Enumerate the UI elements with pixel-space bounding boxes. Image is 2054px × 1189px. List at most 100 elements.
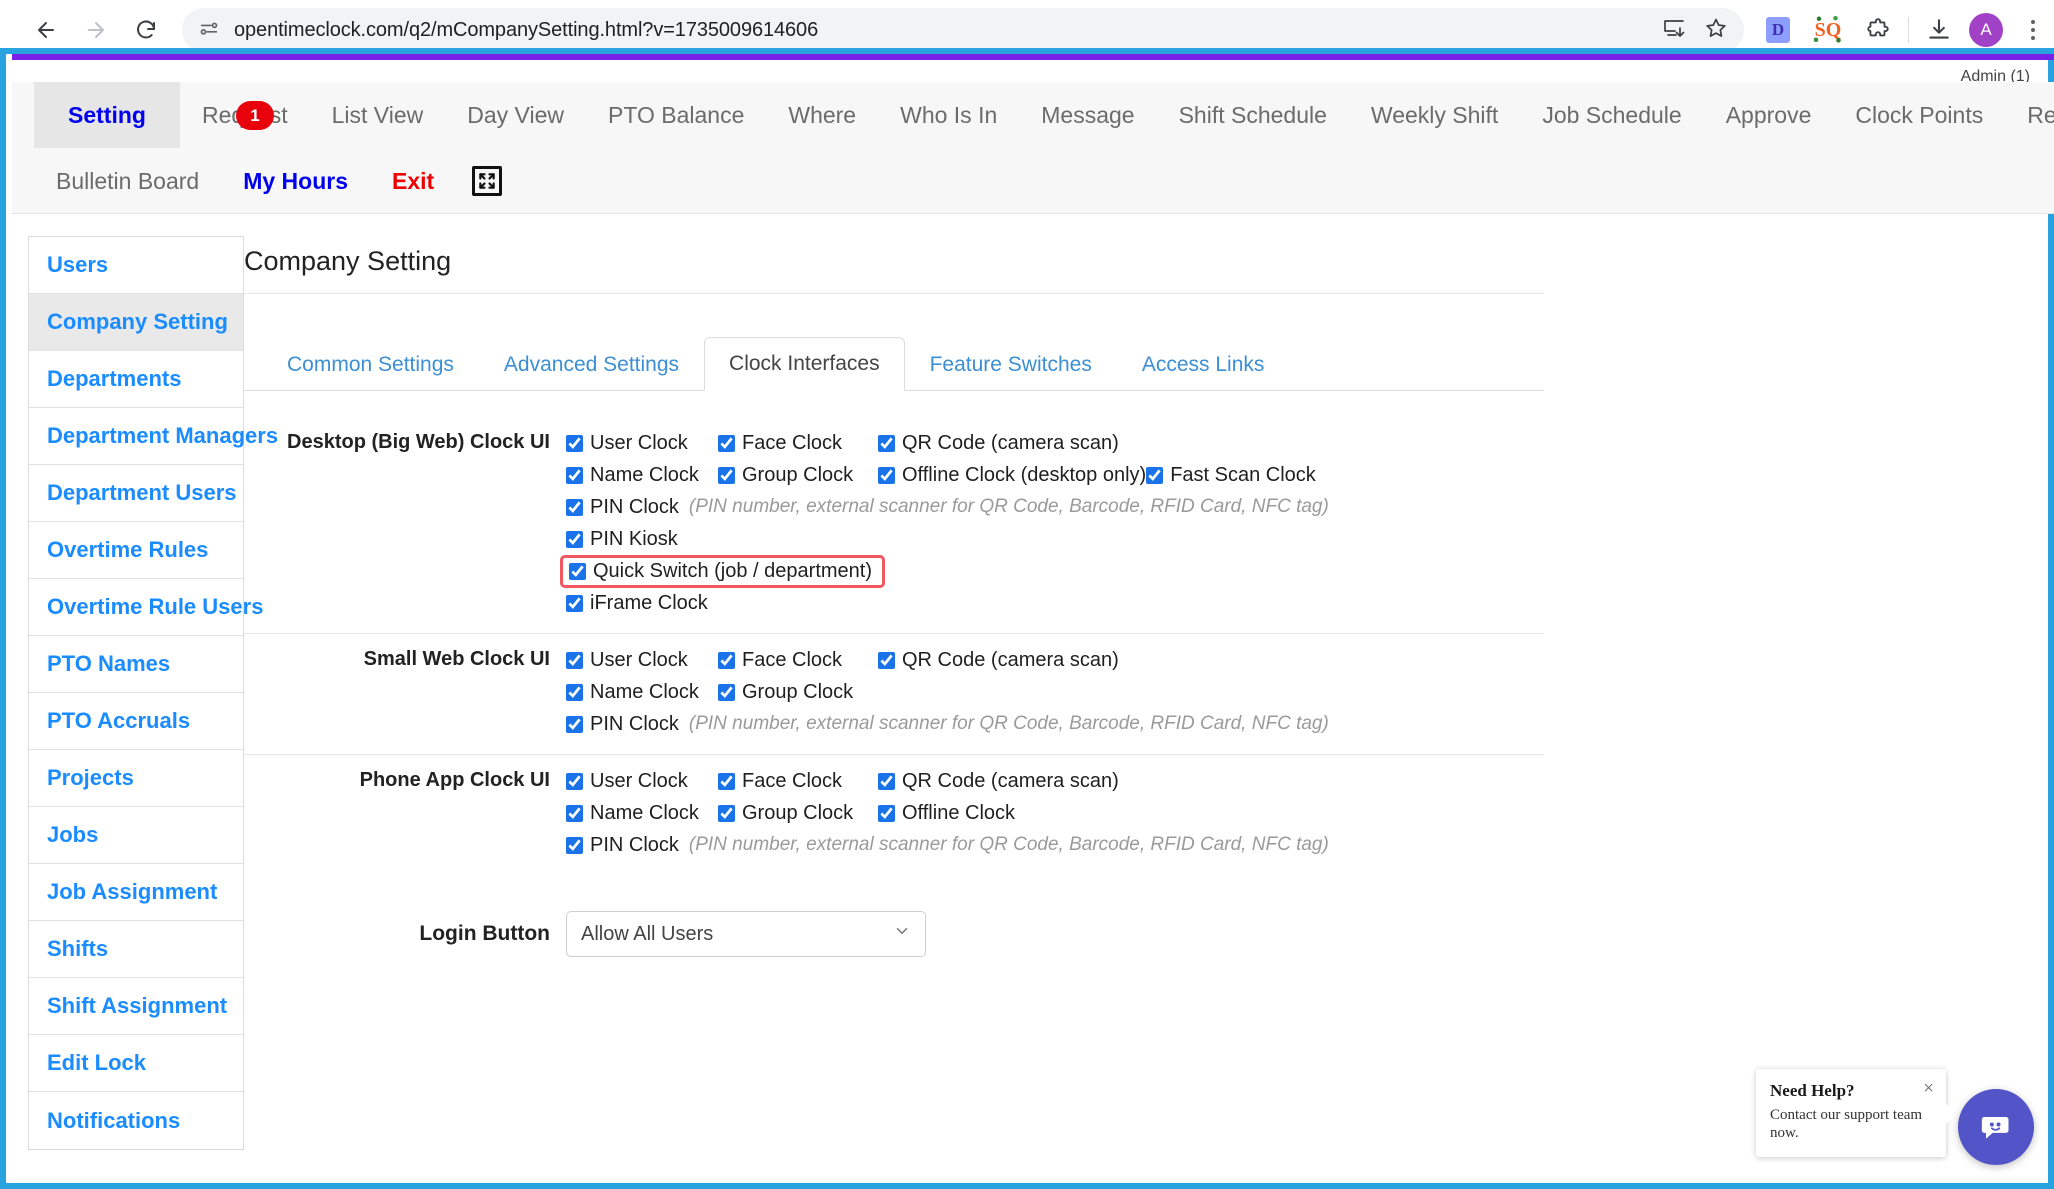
nav-tab-exit[interactable]: Exit [370, 148, 456, 214]
checkbox-pin-clock[interactable]: PIN Clock [566, 496, 679, 519]
checkbox-offline-clock-desktop-only[interactable]: Offline Clock (desktop only) [878, 464, 1146, 487]
checkbox-user-clock[interactable]: User Clock [566, 770, 718, 793]
checkbox-input-face-clock[interactable] [718, 434, 735, 452]
checkbox-input-name-clock[interactable] [566, 804, 583, 822]
extension-d-icon[interactable]: D [1758, 10, 1798, 50]
checkbox-qr-code-camera-scan[interactable]: QR Code (camera scan) [878, 432, 1119, 455]
sidebar-item-projects[interactable]: Projects [29, 750, 243, 807]
nav-tab-setting[interactable]: Setting [34, 82, 180, 148]
sidebar-item-users[interactable]: Users [29, 237, 243, 294]
sidebar-item-department-managers[interactable]: Department Managers [29, 408, 278, 465]
checkbox-input-user-clock[interactable] [566, 772, 583, 790]
checkbox-input-qr-code-camera-scan[interactable] [878, 772, 895, 790]
checkbox-fast-scan-clock[interactable]: Fast Scan Clock [1146, 464, 1316, 487]
checkbox-name-clock[interactable]: Name Clock [566, 802, 718, 825]
checkbox-input-pin-kiosk[interactable] [566, 530, 583, 548]
checkbox-face-clock[interactable]: Face Clock [718, 432, 878, 455]
checkbox-input-pin-clock[interactable] [566, 498, 583, 516]
nav-tab-my-hours[interactable]: My Hours [221, 148, 370, 214]
chat-launcher-button[interactable] [1958, 1089, 2034, 1165]
checkbox-input-qr-code-camera-scan[interactable] [878, 651, 895, 669]
checkbox-input-pin-clock[interactable] [566, 836, 583, 854]
checkbox-input-name-clock[interactable] [566, 466, 583, 484]
sidebar-item-job-assignment[interactable]: Job Assignment [29, 864, 243, 921]
extensions-puzzle-icon[interactable] [1858, 10, 1898, 50]
address-bar[interactable]: opentimeclock.com/q2/mCompanySetting.htm… [182, 8, 1744, 52]
reload-icon[interactable] [124, 8, 168, 52]
checkbox-face-clock[interactable]: Face Clock [718, 649, 878, 672]
checkbox-iframe-clock[interactable]: iFrame Clock [566, 592, 708, 615]
nav-tab-clock-points[interactable]: Clock Points [1833, 82, 2005, 148]
checkbox-input-pin-clock[interactable] [566, 715, 583, 733]
sidebar-item-pto-names[interactable]: PTO Names [29, 636, 243, 693]
extension-sq-icon[interactable]: SQ [1808, 10, 1848, 50]
profile-avatar[interactable]: A [1969, 13, 2003, 47]
site-info-icon[interactable] [198, 19, 220, 41]
checkbox-input-iframe-clock[interactable] [566, 594, 583, 612]
sidebar-item-company-setting[interactable]: Company Setting [29, 294, 243, 351]
back-icon[interactable] [24, 8, 68, 52]
sidebar-item-notifications[interactable]: Notifications [29, 1092, 243, 1149]
checkbox-face-clock[interactable]: Face Clock [718, 770, 878, 793]
nav-tab-reports[interactable]: Reports [2005, 82, 2054, 148]
sidebar-item-jobs[interactable]: Jobs [29, 807, 243, 864]
nav-tab-day-view[interactable]: Day View [445, 82, 586, 148]
downloads-icon[interactable] [1919, 10, 1959, 50]
checkbox-pin-clock[interactable]: PIN Clock [566, 834, 679, 857]
checkbox-input-quick-switch-job-department[interactable] [569, 562, 586, 580]
close-icon[interactable]: × [1923, 1079, 1934, 1098]
nav-tab-job-schedule[interactable]: Job Schedule [1520, 82, 1703, 148]
nav-tab-pto-balance[interactable]: PTO Balance [586, 82, 766, 148]
checkbox-offline-clock[interactable]: Offline Clock [878, 802, 1015, 825]
checkbox-input-name-clock[interactable] [566, 683, 583, 701]
sidebar-item-overtime-rules[interactable]: Overtime Rules [29, 522, 243, 579]
checkbox-group-clock[interactable]: Group Clock [718, 681, 878, 704]
sidebar-item-overtime-rule-users[interactable]: Overtime Rule Users [29, 579, 263, 636]
nav-tab-where[interactable]: Where [766, 82, 878, 148]
sidebar-item-shifts[interactable]: Shifts [29, 921, 243, 978]
tab-advanced-settings[interactable]: Advanced Settings [479, 338, 704, 391]
checkbox-input-offline-clock[interactable] [878, 804, 895, 822]
nav-tab-weekly-shift[interactable]: Weekly Shift [1349, 82, 1520, 148]
checkbox-input-user-clock[interactable] [566, 434, 583, 452]
sidebar-item-department-users[interactable]: Department Users [29, 465, 243, 522]
nav-tab-message[interactable]: Message [1019, 82, 1156, 148]
sidebar-item-shift-assignment[interactable]: Shift Assignment [29, 978, 243, 1035]
checkbox-input-fast-scan-clock[interactable] [1146, 466, 1164, 484]
nav-tab-who-is-in[interactable]: Who Is In [878, 82, 1019, 148]
browser-menu-icon[interactable] [2013, 10, 2053, 50]
tab-access-links[interactable]: Access Links [1117, 338, 1290, 391]
checkbox-user-clock[interactable]: User Clock [566, 432, 718, 455]
address-bar-url[interactable]: opentimeclock.com/q2/mCompanySetting.htm… [234, 19, 818, 42]
checkbox-name-clock[interactable]: Name Clock [566, 464, 718, 487]
checkbox-input-qr-code-camera-scan[interactable] [878, 434, 895, 452]
nav-tab-shift-schedule[interactable]: Shift Schedule [1157, 82, 1349, 148]
checkbox-quick-switch-job-department[interactable]: Quick Switch (job / department) [560, 554, 885, 588]
checkbox-qr-code-camera-scan[interactable]: QR Code (camera scan) [878, 770, 1119, 793]
checkbox-input-face-clock[interactable] [718, 772, 735, 790]
checkbox-input-offline-clock-desktop-only[interactable] [878, 466, 895, 484]
nav-tab-bulletin-board[interactable]: Bulletin Board [34, 148, 221, 214]
fullscreen-icon[interactable] [472, 166, 503, 196]
checkbox-group-clock[interactable]: Group Clock [718, 464, 878, 487]
checkbox-qr-code-camera-scan[interactable]: QR Code (camera scan) [878, 649, 1119, 672]
install-app-icon[interactable] [1662, 16, 1686, 45]
checkbox-input-group-clock[interactable] [718, 804, 735, 822]
checkbox-pin-clock[interactable]: PIN Clock [566, 713, 679, 736]
tab-common-settings[interactable]: Common Settings [262, 338, 479, 391]
checkbox-input-user-clock[interactable] [566, 651, 583, 669]
forward-icon[interactable] [74, 8, 118, 52]
checkbox-pin-kiosk[interactable]: PIN Kiosk [566, 528, 678, 551]
checkbox-name-clock[interactable]: Name Clock [566, 681, 718, 704]
nav-tab-approve[interactable]: Approve [1704, 82, 1834, 148]
tab-feature-switches[interactable]: Feature Switches [905, 338, 1117, 391]
checkbox-user-clock[interactable]: User Clock [566, 649, 718, 672]
sidebar-item-departments[interactable]: Departments [29, 351, 243, 408]
checkbox-group-clock[interactable]: Group Clock [718, 802, 878, 825]
nav-tab-list-view[interactable]: List View [310, 82, 446, 148]
bookmark-star-icon[interactable] [1704, 16, 1728, 45]
checkbox-input-face-clock[interactable] [718, 651, 735, 669]
tab-clock-interfaces[interactable]: Clock Interfaces [704, 337, 905, 391]
sidebar-item-pto-accruals[interactable]: PTO Accruals [29, 693, 243, 750]
login-button-select[interactable]: Allow All Users [566, 911, 926, 957]
